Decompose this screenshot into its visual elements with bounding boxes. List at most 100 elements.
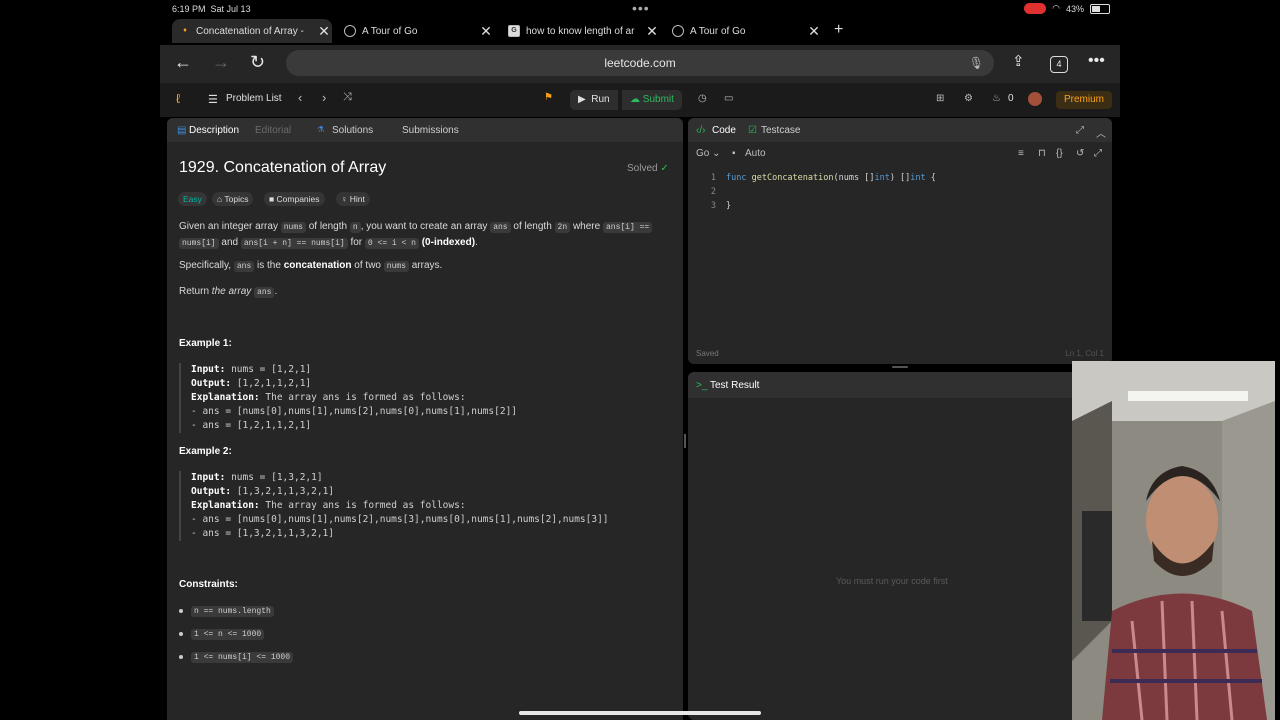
leetcode-navbar: ℓ ☰ Problem List ‹ › ⤨ ⚑ ▶ Run ☁ Submit … [160, 83, 1120, 117]
tab-submissions[interactable]: Submissions [402, 125, 459, 136]
submit-button[interactable]: ☁ Submit [622, 90, 682, 110]
page-title: 1929. Concatenation of Array [179, 159, 387, 176]
close-tab-icon[interactable]: ✕ [644, 23, 660, 40]
code-line[interactable]: } [726, 201, 731, 211]
multitask-dots-icon[interactable]: ••• [632, 0, 650, 16]
format-icon[interactable]: ≡ [1018, 148, 1024, 159]
code-panel: ‹/› Code ☑ Testcase ⤢ ︿ Go ⌄ ▪ Auto ≡ ⊓ … [688, 118, 1112, 364]
list-item: 1 <= n <= 1000 [179, 628, 265, 640]
browser-tab-2[interactable]: A Tour of Go ✕ [336, 19, 494, 43]
tab-title: Concatenation of Array - [196, 25, 304, 37]
auto-mode[interactable]: Auto [745, 148, 766, 159]
tab-code[interactable]: Code [712, 125, 736, 136]
tab-count-button[interactable]: 4 [1050, 56, 1068, 73]
battery-icon [1090, 3, 1110, 14]
companies-chip[interactable]: ■ Companies [264, 192, 325, 206]
forward-arrow-icon[interactable]: → [212, 52, 230, 73]
list-item: 1 <= nums[i] <= 1000 [179, 651, 294, 663]
more-options-icon[interactable]: ••• [1088, 52, 1105, 70]
list-item: n == nums.length [179, 605, 274, 617]
reset-icon[interactable]: ↺ [1076, 148, 1084, 159]
saved-status: Saved [696, 349, 719, 358]
language-select[interactable]: Go ⌄ [696, 148, 721, 159]
checkbox-icon: ☑ [748, 125, 757, 136]
problem-statement-2: Specifically, ans is the concatenation o… [179, 260, 443, 272]
problem-statement-3: Return the array ans. [179, 286, 278, 298]
globe-icon [672, 25, 684, 37]
browser-tab-1[interactable]: ♦ Concatenation of Array - ✕ [172, 19, 332, 43]
example-2-heading: Example 2: [179, 446, 232, 457]
streak-fire-icon: ♨ [992, 93, 1001, 104]
new-tab-icon[interactable]: + [834, 21, 843, 39]
braces-icon[interactable]: {} [1056, 148, 1063, 159]
topics-chip[interactable]: ⌂ Topics [212, 192, 254, 206]
hint-chip[interactable]: ♀ Hint [336, 192, 370, 206]
code-line[interactable]: func getConcatenation(nums []int) []int … [726, 173, 936, 183]
doc-icon: ▤ [177, 125, 187, 136]
close-tab-icon[interactable]: ✕ [316, 23, 332, 40]
note-icon[interactable]: ▭ [724, 93, 733, 104]
difficulty-badge: Easy [178, 192, 207, 206]
leetcode-logo-icon[interactable]: ℓ [176, 91, 180, 106]
maximize-icon[interactable]: ⤢ [1076, 125, 1084, 136]
tab-title: A Tour of Go [690, 25, 746, 37]
problem-list-link[interactable]: Problem List [226, 93, 282, 104]
panel-resize-handle[interactable] [892, 366, 908, 368]
tab-description[interactable]: Description [189, 125, 239, 136]
debug-icon[interactable]: ⚑ [544, 92, 553, 103]
list-icon: ☰ [208, 94, 218, 106]
tab-title: how to know length of ar [526, 25, 635, 37]
problem-statement: Given an integer array nums of length n,… [179, 219, 669, 251]
constraints-heading: Constraints: [179, 579, 238, 590]
tab-editorial[interactable]: Editorial [255, 125, 291, 136]
fullscreen-icon[interactable]: ⤢ [1094, 148, 1102, 159]
line-number: 2 [710, 187, 716, 197]
close-tab-icon[interactable]: ✕ [478, 23, 494, 40]
tab-test-result[interactable]: Test Result [710, 380, 759, 391]
layout-grid-icon[interactable]: ⊞ [936, 93, 944, 104]
result-tab-bar: >_ Test Result [688, 372, 1112, 398]
example-1-block: Input: nums = [1,2,1] Output: [1,2,1,1,2… [179, 363, 517, 433]
browser-tab-3[interactable]: G how to know length of ar ✕ [500, 19, 660, 43]
microphone-icon[interactable]: 🎙 [969, 50, 984, 76]
leetcode-favicon-icon: ♦ [183, 27, 187, 34]
reload-icon[interactable]: ↻ [250, 52, 265, 73]
example-2-block: Input: nums = [1,3,2,1] Output: [1,3,2,1… [179, 471, 609, 541]
close-tab-icon[interactable]: ✕ [806, 23, 822, 40]
browser-tab-bar: ♦ Concatenation of Array - ✕ A Tour of G… [172, 19, 1120, 45]
play-icon: ▶ [578, 94, 586, 105]
line-number: 3 [710, 201, 716, 211]
screen-record-icon [1024, 3, 1047, 14]
timer-icon[interactable]: ◷ [698, 93, 707, 104]
share-icon[interactable]: ⇪ [1012, 52, 1025, 70]
tab-testcase[interactable]: Testcase [761, 125, 800, 136]
solved-badge: Solved ✓ [627, 163, 669, 174]
collapse-icon[interactable]: ︿ [1096, 125, 1106, 140]
globe-icon [344, 25, 356, 37]
lightbulb-icon: ♀ [341, 194, 348, 204]
battery-percent: 43% [1065, 3, 1084, 14]
shuffle-icon[interactable]: ⤨ [343, 91, 352, 104]
webcam-feed-image [1072, 361, 1275, 720]
panel-resize-handle[interactable] [684, 434, 686, 448]
editor-scrollbar[interactable] [1104, 170, 1108, 320]
next-problem-icon[interactable]: › [322, 90, 326, 105]
home-indicator[interactable] [519, 711, 761, 715]
run-button[interactable]: ▶ Run [570, 90, 618, 110]
lock-icon: ■ [269, 194, 275, 204]
tab-solutions[interactable]: Solutions [332, 125, 373, 136]
avatar[interactable] [1028, 92, 1042, 106]
address-toolbar: ← → ↻ leetcode.com 🎙 ⇪ 4 ••• [160, 45, 1120, 83]
google-favicon-icon: G [508, 25, 520, 37]
cloud-upload-icon: ☁ [630, 94, 640, 105]
prev-problem-icon[interactable]: ‹ [298, 90, 302, 105]
back-arrow-icon[interactable]: ← [174, 52, 192, 73]
settings-gear-icon[interactable]: ⚙ [964, 93, 973, 104]
url-text: leetcode.com [604, 56, 676, 70]
browser-tab-4[interactable]: A Tour of Go ✕ [664, 19, 822, 43]
url-field[interactable]: leetcode.com 🎙 [286, 50, 994, 76]
bookmark-icon[interactable]: ⊓ [1038, 148, 1046, 159]
premium-button[interactable]: Premium [1056, 91, 1113, 109]
terminal-icon: >_ [696, 380, 708, 391]
status-time: 6:19 PM [172, 4, 206, 14]
